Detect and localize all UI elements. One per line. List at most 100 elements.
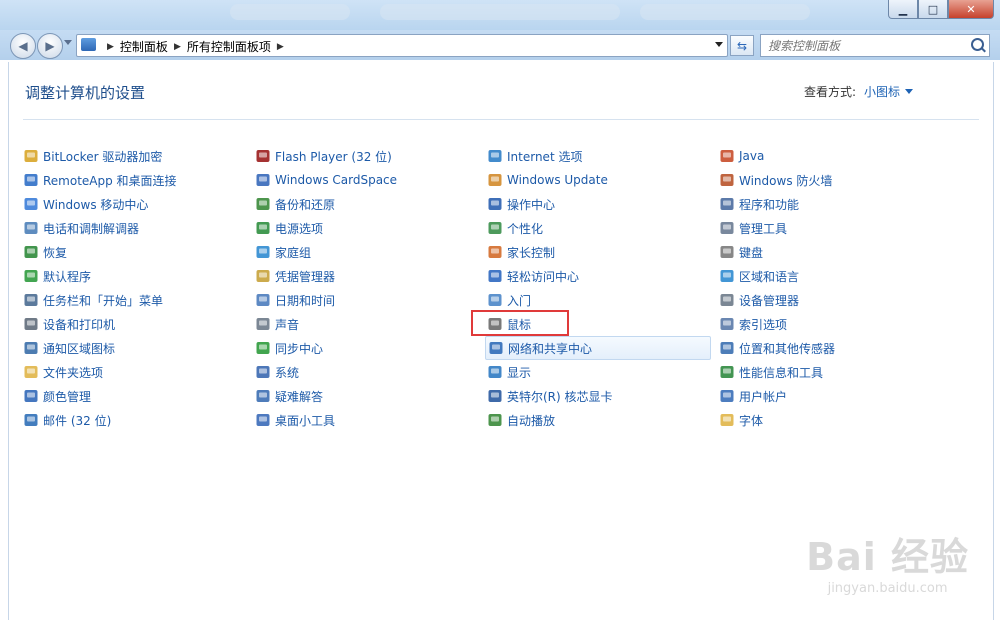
control-panel-item[interactable]: 设备管理器: [719, 288, 951, 312]
control-panel-item[interactable]: 家长控制: [487, 240, 719, 264]
control-panel-item[interactable]: Windows 防火墙: [719, 168, 951, 192]
title-blur: [380, 4, 620, 20]
sync-icon: [255, 340, 271, 356]
control-panel-item[interactable]: BitLocker 驱动器加密: [23, 144, 255, 168]
forward-button[interactable]: ▶: [37, 33, 63, 59]
control-panel-item[interactable]: 电话和调制解调器: [23, 216, 255, 240]
control-panel-item[interactable]: 恢复: [23, 240, 255, 264]
control-panel-item[interactable]: 日期和时间: [255, 288, 487, 312]
search-icon[interactable]: [971, 38, 984, 51]
sensor-icon: [719, 340, 735, 356]
item-label: 凭据管理器: [275, 269, 336, 284]
breadcrumb-separator[interactable]: ▶: [107, 42, 114, 52]
control-panel-item[interactable]: 字体: [719, 408, 951, 432]
control-panel-item[interactable]: 疑难解答: [255, 384, 487, 408]
control-panel-item[interactable]: 备份和还原: [255, 192, 487, 216]
item-label: Windows 移动中心: [43, 197, 149, 212]
item-label: 电话和调制解调器: [43, 221, 140, 236]
minimize-button[interactable]: ▁: [888, 0, 918, 19]
control-panel-item[interactable]: 个性化: [487, 216, 719, 240]
item-label: 恢复: [43, 245, 68, 260]
keyboard-icon: [719, 244, 735, 260]
breadcrumb: ▶ 控制面板 ▶ 所有控制面板项 ▶: [101, 38, 290, 55]
address-dropdown-icon[interactable]: [715, 42, 723, 47]
item-label: 自动播放: [507, 413, 556, 428]
control-panel-item[interactable]: 凭据管理器: [255, 264, 487, 288]
getting-started-icon: [487, 292, 503, 308]
autoplay-icon: [487, 412, 503, 428]
close-button[interactable]: ✕: [948, 0, 994, 19]
control-panel-item[interactable]: 设备和打印机: [23, 312, 255, 336]
control-panel-item[interactable]: Flash Player (32 位): [255, 144, 487, 168]
control-panel-item[interactable]: 程序和功能: [719, 192, 951, 216]
control-panel-item[interactable]: 入门: [487, 288, 719, 312]
control-panel-item[interactable]: 显示: [487, 360, 719, 384]
troubleshoot-icon: [255, 388, 271, 404]
control-panel-item[interactable]: 管理工具: [719, 216, 951, 240]
control-panel-item[interactable]: 操作中心: [487, 192, 719, 216]
control-panel-item[interactable]: 邮件 (32 位): [23, 408, 255, 432]
control-panel-item[interactable]: 位置和其他传感器: [719, 336, 951, 360]
parental-icon: [487, 244, 503, 260]
control-panel-item[interactable]: 索引选项: [719, 312, 951, 336]
back-icon: ◀: [18, 39, 28, 53]
maximize-button[interactable]: □: [918, 0, 948, 19]
item-label: 文件夹选项: [43, 365, 104, 380]
network-icon: [488, 340, 504, 356]
control-panel-item[interactable]: 家庭组: [255, 240, 487, 264]
folder-options-icon: [23, 364, 39, 380]
mouse-icon: [487, 316, 503, 332]
personalize-icon: [487, 220, 503, 236]
control-panel-item[interactable]: 鼠标: [471, 310, 719, 336]
control-panel-item[interactable]: 电源选项: [255, 216, 487, 240]
control-panel-item[interactable]: 英特尔(R) 核芯显卡: [487, 384, 719, 408]
control-panel-item[interactable]: 区域和语言: [719, 264, 951, 288]
back-button[interactable]: ◀: [10, 33, 36, 59]
title-blur: [230, 4, 350, 20]
region-icon: [719, 268, 735, 284]
control-panel-item[interactable]: 键盘: [719, 240, 951, 264]
control-panel-item[interactable]: 性能信息和工具: [719, 360, 951, 384]
item-label: 通知区域图标: [43, 341, 116, 356]
control-panel-item[interactable]: Windows 移动中心: [23, 192, 255, 216]
view-mode-dropdown[interactable]: 小图标: [864, 83, 913, 100]
control-panel-item[interactable]: 轻松访问中心: [487, 264, 719, 288]
homegroup-icon: [255, 244, 271, 260]
backup-icon: [255, 196, 271, 212]
mobility-center-icon: [23, 196, 39, 212]
control-panel-item[interactable]: 自动播放: [487, 408, 719, 432]
control-panel-item[interactable]: 系统: [255, 360, 487, 384]
control-panel-item[interactable]: Windows CardSpace: [255, 168, 487, 192]
search-input[interactable]: [766, 38, 970, 54]
control-panel-item[interactable]: Java: [719, 144, 951, 168]
item-label: Flash Player (32 位): [275, 149, 392, 164]
mail-icon: [23, 412, 39, 428]
item-label: 日期和时间: [275, 293, 336, 308]
breadcrumb-separator[interactable]: ▶: [277, 42, 284, 52]
control-panel-item[interactable]: 桌面小工具: [255, 408, 487, 432]
flash-icon: [255, 148, 271, 164]
control-panel-item[interactable]: 通知区域图标: [23, 336, 255, 360]
control-panel-item[interactable]: Internet 选项: [487, 144, 719, 168]
item-label: BitLocker 驱动器加密: [43, 149, 163, 164]
recent-pages-dropdown[interactable]: [64, 40, 72, 45]
control-panel-item[interactable]: Windows Update: [487, 168, 719, 192]
control-panel-item[interactable]: 默认程序: [23, 264, 255, 288]
control-panel-item[interactable]: 文件夹选项: [23, 360, 255, 384]
control-panel-item[interactable]: RemoteApp 和桌面连接: [23, 168, 255, 192]
refresh-button[interactable]: ⇆: [730, 35, 754, 56]
breadcrumb-control-panel[interactable]: 控制面板: [120, 38, 168, 55]
control-panel-item[interactable]: 任务栏和「开始」菜单: [23, 288, 255, 312]
search-box[interactable]: [760, 34, 990, 57]
control-panel-item[interactable]: 颜色管理: [23, 384, 255, 408]
breadcrumb-separator[interactable]: ▶: [174, 42, 181, 52]
control-panel-item[interactable]: 网络和共享中心: [485, 336, 711, 360]
control-panel-item[interactable]: 声音: [255, 312, 487, 336]
address-bar[interactable]: ▶ 控制面板 ▶ 所有控制面板项 ▶: [76, 34, 728, 57]
control-panel-item[interactable]: 用户帐户: [719, 384, 951, 408]
control-panel-item[interactable]: 同步中心: [255, 336, 487, 360]
cardspace-icon: [255, 172, 271, 188]
breadcrumb-all-items[interactable]: 所有控制面板项: [187, 38, 271, 55]
item-label: 管理工具: [739, 221, 788, 236]
item-label: Java: [739, 149, 765, 163]
